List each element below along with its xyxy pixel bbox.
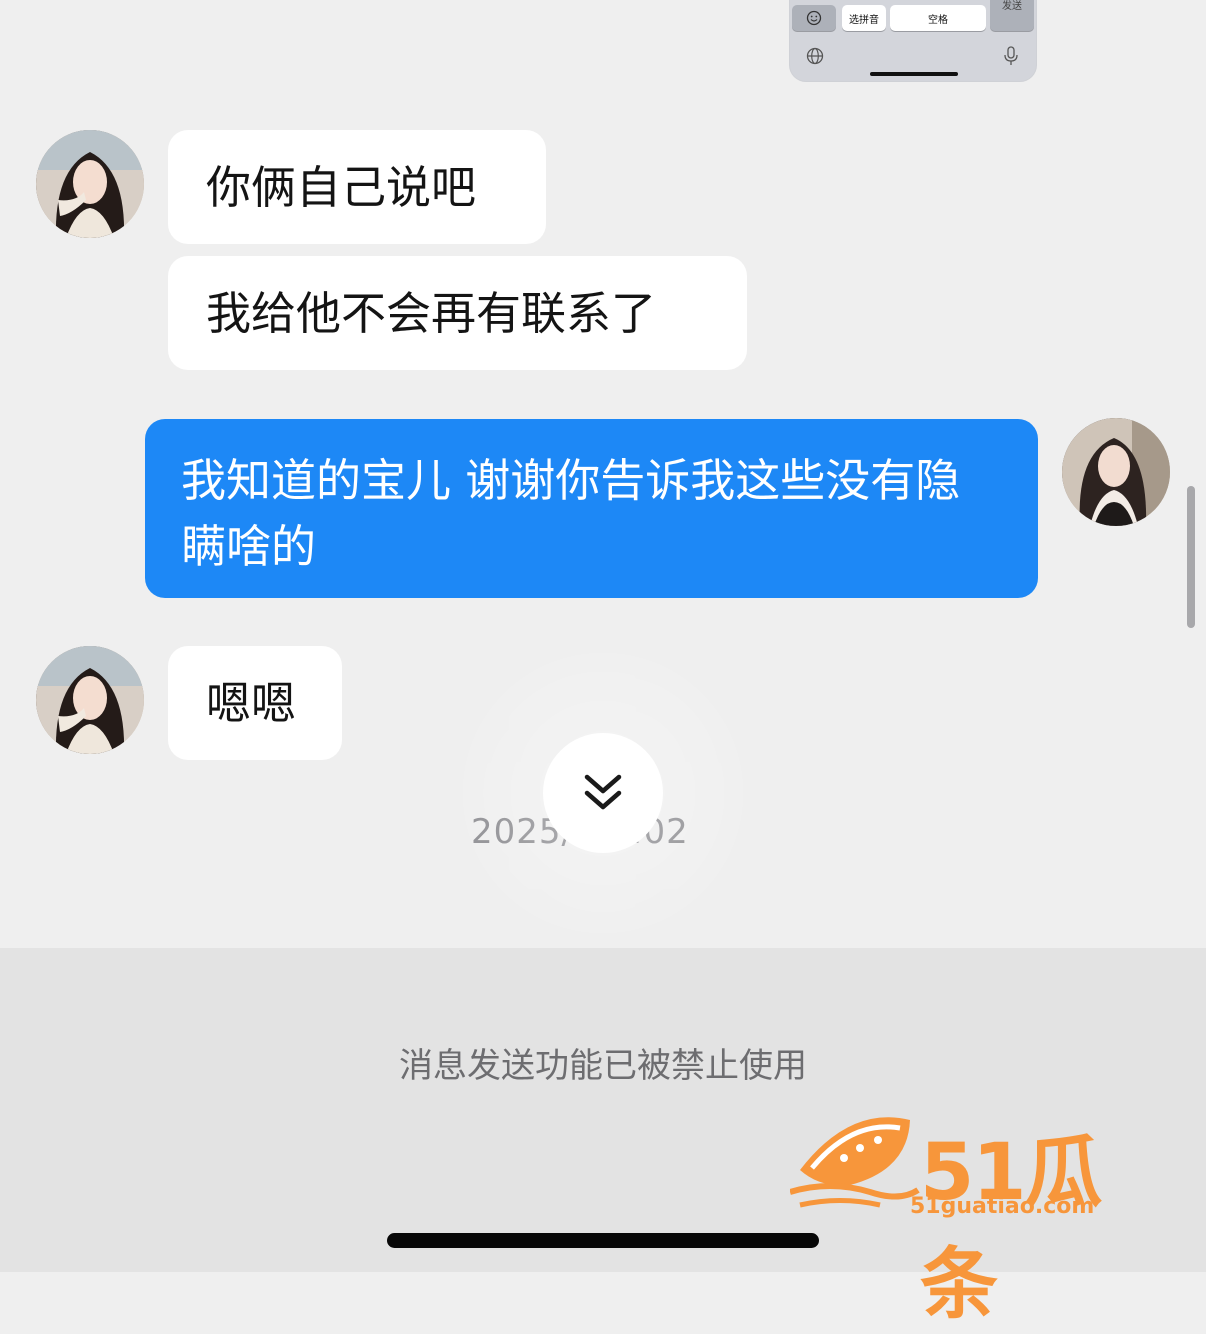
chat-message-area[interactable]: 选拼音 空格 发送 你俩自己说吧 我给他不会再有联系了 我知道的宝儿 谢谢你告诉… xyxy=(0,0,1206,948)
scrollbar[interactable] xyxy=(1187,486,1195,628)
pinyin-key: 选拼音 xyxy=(842,5,886,31)
avatar-image xyxy=(36,130,144,238)
globe-icon xyxy=(806,47,824,65)
messaging-disabled-notice: 消息发送功能已被禁止使用 xyxy=(399,1046,807,1086)
watermark-brand: 51瓜条 xyxy=(920,1128,1103,1330)
microphone-icon xyxy=(1004,46,1018,65)
send-key: 发送 xyxy=(990,0,1034,31)
emoji-key xyxy=(792,5,836,31)
message-bubble-incoming[interactable]: 嗯嗯 xyxy=(168,646,342,760)
home-indicator[interactable] xyxy=(387,1233,819,1248)
avatar-image xyxy=(1062,418,1170,526)
keyboard-screenshot-image[interactable]: 选拼音 空格 发送 xyxy=(790,0,1036,81)
double-chevron-down-icon xyxy=(584,774,622,810)
keyboard-home-indicator xyxy=(870,72,958,76)
avatar-image xyxy=(36,646,144,754)
watermark-logo: 51瓜条 51guatiao.com xyxy=(790,1110,1170,1330)
message-bubble-incoming[interactable]: 我给他不会再有联系了 xyxy=(168,256,747,370)
message-bubble-incoming[interactable]: 你俩自己说吧 xyxy=(168,130,546,244)
my-avatar[interactable] xyxy=(1062,418,1170,526)
watermelon-logo-icon xyxy=(790,1117,920,1208)
space-key: 空格 xyxy=(890,5,986,31)
contact-avatar[interactable] xyxy=(36,130,144,238)
contact-avatar[interactable] xyxy=(36,646,144,754)
scroll-to-bottom-button[interactable] xyxy=(543,733,663,853)
message-bubble-outgoing[interactable]: 我知道的宝儿 谢谢你告诉我这些没有隐瞒啥的 xyxy=(145,419,1038,598)
emoji-icon xyxy=(806,10,822,26)
watermark-url: 51guatiao.com xyxy=(910,1194,1095,1219)
